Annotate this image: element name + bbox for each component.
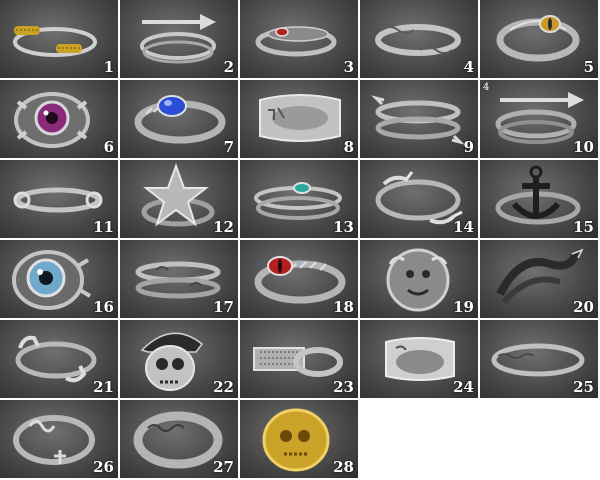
- item-number: 22: [213, 378, 234, 396]
- ring-tile-24: 24: [360, 320, 478, 398]
- ring-tile-14: 14: [360, 160, 478, 238]
- item-number: 5: [583, 58, 594, 76]
- wide-engraved-band-photo: [259, 94, 341, 142]
- item-number: 15: [573, 218, 594, 236]
- ring-catalog-collage: 1 2 3 4 5 6 7 8 9 4 10 11 12 13 14 15 16…: [0, 0, 600, 480]
- item-number: 3: [343, 58, 354, 76]
- item-number: 6: [103, 138, 114, 156]
- empty-tile: [480, 400, 598, 478]
- item-number: 8: [343, 138, 354, 156]
- ring-tile-11: 11: [0, 160, 118, 238]
- item-number: 23: [333, 378, 354, 396]
- item-number: 14: [453, 218, 474, 236]
- gold-tipped-coil-ring-photo: [13, 26, 97, 57]
- ring-tile-18: 18: [240, 240, 358, 318]
- ring-tile-13: 13: [240, 160, 358, 238]
- item-number: 1: [103, 58, 114, 76]
- item-number: 21: [93, 378, 114, 396]
- ring-tile-19: 19: [360, 240, 478, 318]
- item-number: 12: [213, 218, 234, 236]
- ring-tile-2: 2: [120, 0, 238, 78]
- item-number: 2: [223, 58, 234, 76]
- item-number: 9: [463, 138, 474, 156]
- claw-ring-purple-eye-photo: [14, 92, 90, 148]
- item-number: 18: [333, 298, 354, 316]
- ring-tile-5: 5: [480, 0, 598, 78]
- ring-tile-10: 4 10: [480, 80, 598, 158]
- ring-tile-17: 17: [120, 240, 238, 318]
- ring-tile-1: 1: [0, 0, 118, 78]
- item-number: 16: [93, 298, 114, 316]
- item-number: 28: [333, 458, 354, 476]
- ring-tile-8: 8: [240, 80, 358, 158]
- ring-tile-9: 9: [360, 80, 478, 158]
- ring-tile-7: 7: [120, 80, 238, 158]
- ring-tile-15: 15: [480, 160, 598, 238]
- ring-tile-28: 28: [240, 400, 358, 478]
- ring-tile-4: 4: [360, 0, 478, 78]
- ring-grid: 1 2 3 4 5 6 7 8 9 4 10 11 12 13 14 15 16…: [0, 0, 600, 480]
- feather-ring-red-stone-photo: [255, 26, 337, 57]
- item-number: 4: [463, 58, 474, 76]
- item-number: 10: [573, 138, 594, 156]
- arrow-wrap-ring-photo: [140, 14, 216, 64]
- engraved-open-band-photo: [375, 24, 461, 56]
- empty-tile: [360, 400, 478, 478]
- corner-tag: 4: [483, 82, 490, 93]
- ring-tile-6: 6: [0, 80, 118, 158]
- item-number: 17: [213, 298, 234, 316]
- item-number: 11: [93, 218, 114, 236]
- item-number: 24: [453, 378, 474, 396]
- ring-tile-25: 25: [480, 320, 598, 398]
- item-number: 26: [93, 458, 114, 476]
- feather-ring-blue-stone-photo: [134, 95, 226, 144]
- ring-tile-20: 20: [480, 240, 598, 318]
- ring-tile-12: 12: [120, 160, 238, 238]
- ring-tile-21: 21: [0, 320, 118, 398]
- feather-ring-yellow-eye-photo: [496, 15, 580, 62]
- ring-tile-26: 26: [0, 400, 118, 478]
- item-number: 20: [573, 298, 594, 316]
- ring-tile-23: 23: [240, 320, 358, 398]
- ring-tile-16: 16: [0, 240, 118, 318]
- ring-tile-27: 27: [120, 400, 238, 478]
- claw-wrap-ring-photo: [371, 95, 465, 145]
- item-number: 7: [223, 138, 234, 156]
- item-number: 27: [213, 458, 234, 476]
- item-number: 19: [453, 298, 474, 316]
- item-number: 25: [573, 378, 594, 396]
- ring-tile-3: 3: [240, 0, 358, 78]
- item-number: 13: [333, 218, 354, 236]
- ring-tile-22: 22: [120, 320, 238, 398]
